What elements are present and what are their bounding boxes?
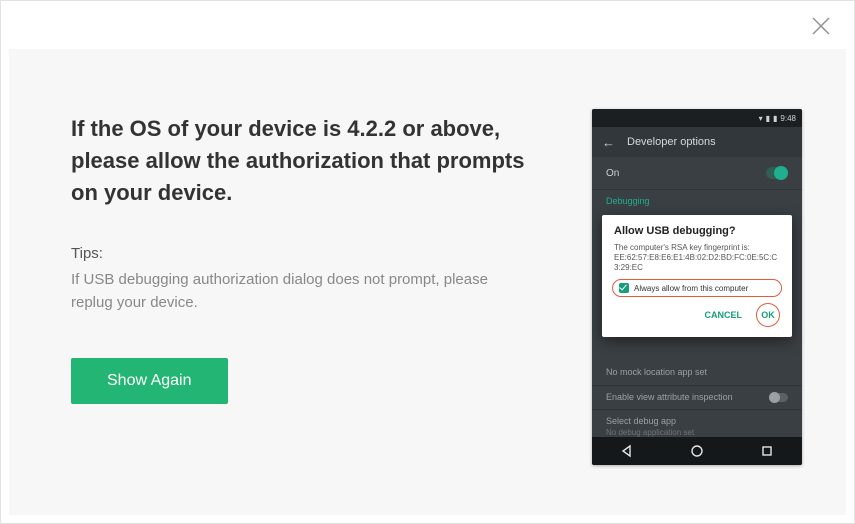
enable-view-row: Enable view attribute inspection [592, 385, 802, 410]
nav-home-icon [690, 444, 704, 458]
phone-illustration: ▾ ▮ ▮ 9:48 ← Developer options On Debugg… [592, 109, 802, 465]
signal-icon: ▮ [766, 114, 770, 123]
titlebar [1, 1, 854, 49]
on-label: On [606, 168, 619, 179]
instruction-heading: If the OS of your device is 4.2.2 or abo… [71, 113, 551, 209]
usb-debugging-dialog: Allow USB debugging? The computer's RSA … [602, 215, 792, 337]
fingerprint-lead: The computer's RSA key fingerprint is: [614, 243, 780, 253]
dialog-body: If the OS of your device is 4.2.2 or abo… [9, 49, 846, 515]
select-debug-label: Select debug app [606, 416, 788, 428]
phone-status-bar: ▾ ▮ ▮ 9:48 [592, 109, 802, 127]
developer-options-on-row: On [592, 157, 802, 190]
back-arrow-icon: ← [602, 135, 615, 150]
checkbox-checked-icon [619, 283, 629, 293]
phone-screen-title: Developer options [627, 136, 716, 148]
ok-highlight-circle: OK [756, 303, 780, 327]
instruction-panel: If the OS of your device is 4.2.2 or abo… [71, 113, 551, 404]
battery-icon: ▮ [773, 114, 777, 123]
show-again-button[interactable]: Show Again [71, 358, 228, 404]
nav-back-icon [620, 444, 634, 458]
phone-clock: 9:48 [780, 114, 796, 123]
phone-screen-header: ← Developer options [592, 127, 802, 157]
tips-text: If USB debugging authorization dialog do… [71, 268, 511, 315]
enable-view-label: Enable view attribute inspection [606, 392, 733, 404]
always-allow-highlight: Always allow from this computer [612, 279, 782, 297]
usb-dialog-title: Allow USB debugging? [614, 225, 780, 237]
wifi-icon: ▾ [759, 114, 763, 123]
usb-dialog-cancel: CANCEL [705, 310, 743, 320]
close-button[interactable] [810, 15, 832, 37]
phone-nav-bar [592, 437, 802, 465]
nav-recent-icon [760, 444, 774, 458]
debugging-section-label: Debugging [592, 190, 802, 208]
toggle-off-icon [770, 393, 788, 402]
authorize-device-dialog: If the OS of your device is 4.2.2 or abo… [0, 0, 855, 524]
tips-label: Tips: [71, 245, 551, 262]
no-mock-row: No mock location app set [592, 361, 802, 385]
usb-dialog-actions: CANCEL OK [614, 303, 780, 327]
phone-rows-behind-dialog: No mock location app set Enable view att… [592, 361, 802, 444]
toggle-on-icon [766, 167, 788, 179]
no-mock-label: No mock location app set [606, 367, 707, 377]
always-allow-label: Always allow from this computer [634, 284, 748, 293]
close-icon [810, 15, 832, 37]
rsa-fingerprint: EE:62:57:E8:E6:E1:4B:02:D2:BD:FC:0E:5C:C… [614, 253, 780, 273]
usb-dialog-ok: OK [761, 310, 775, 320]
